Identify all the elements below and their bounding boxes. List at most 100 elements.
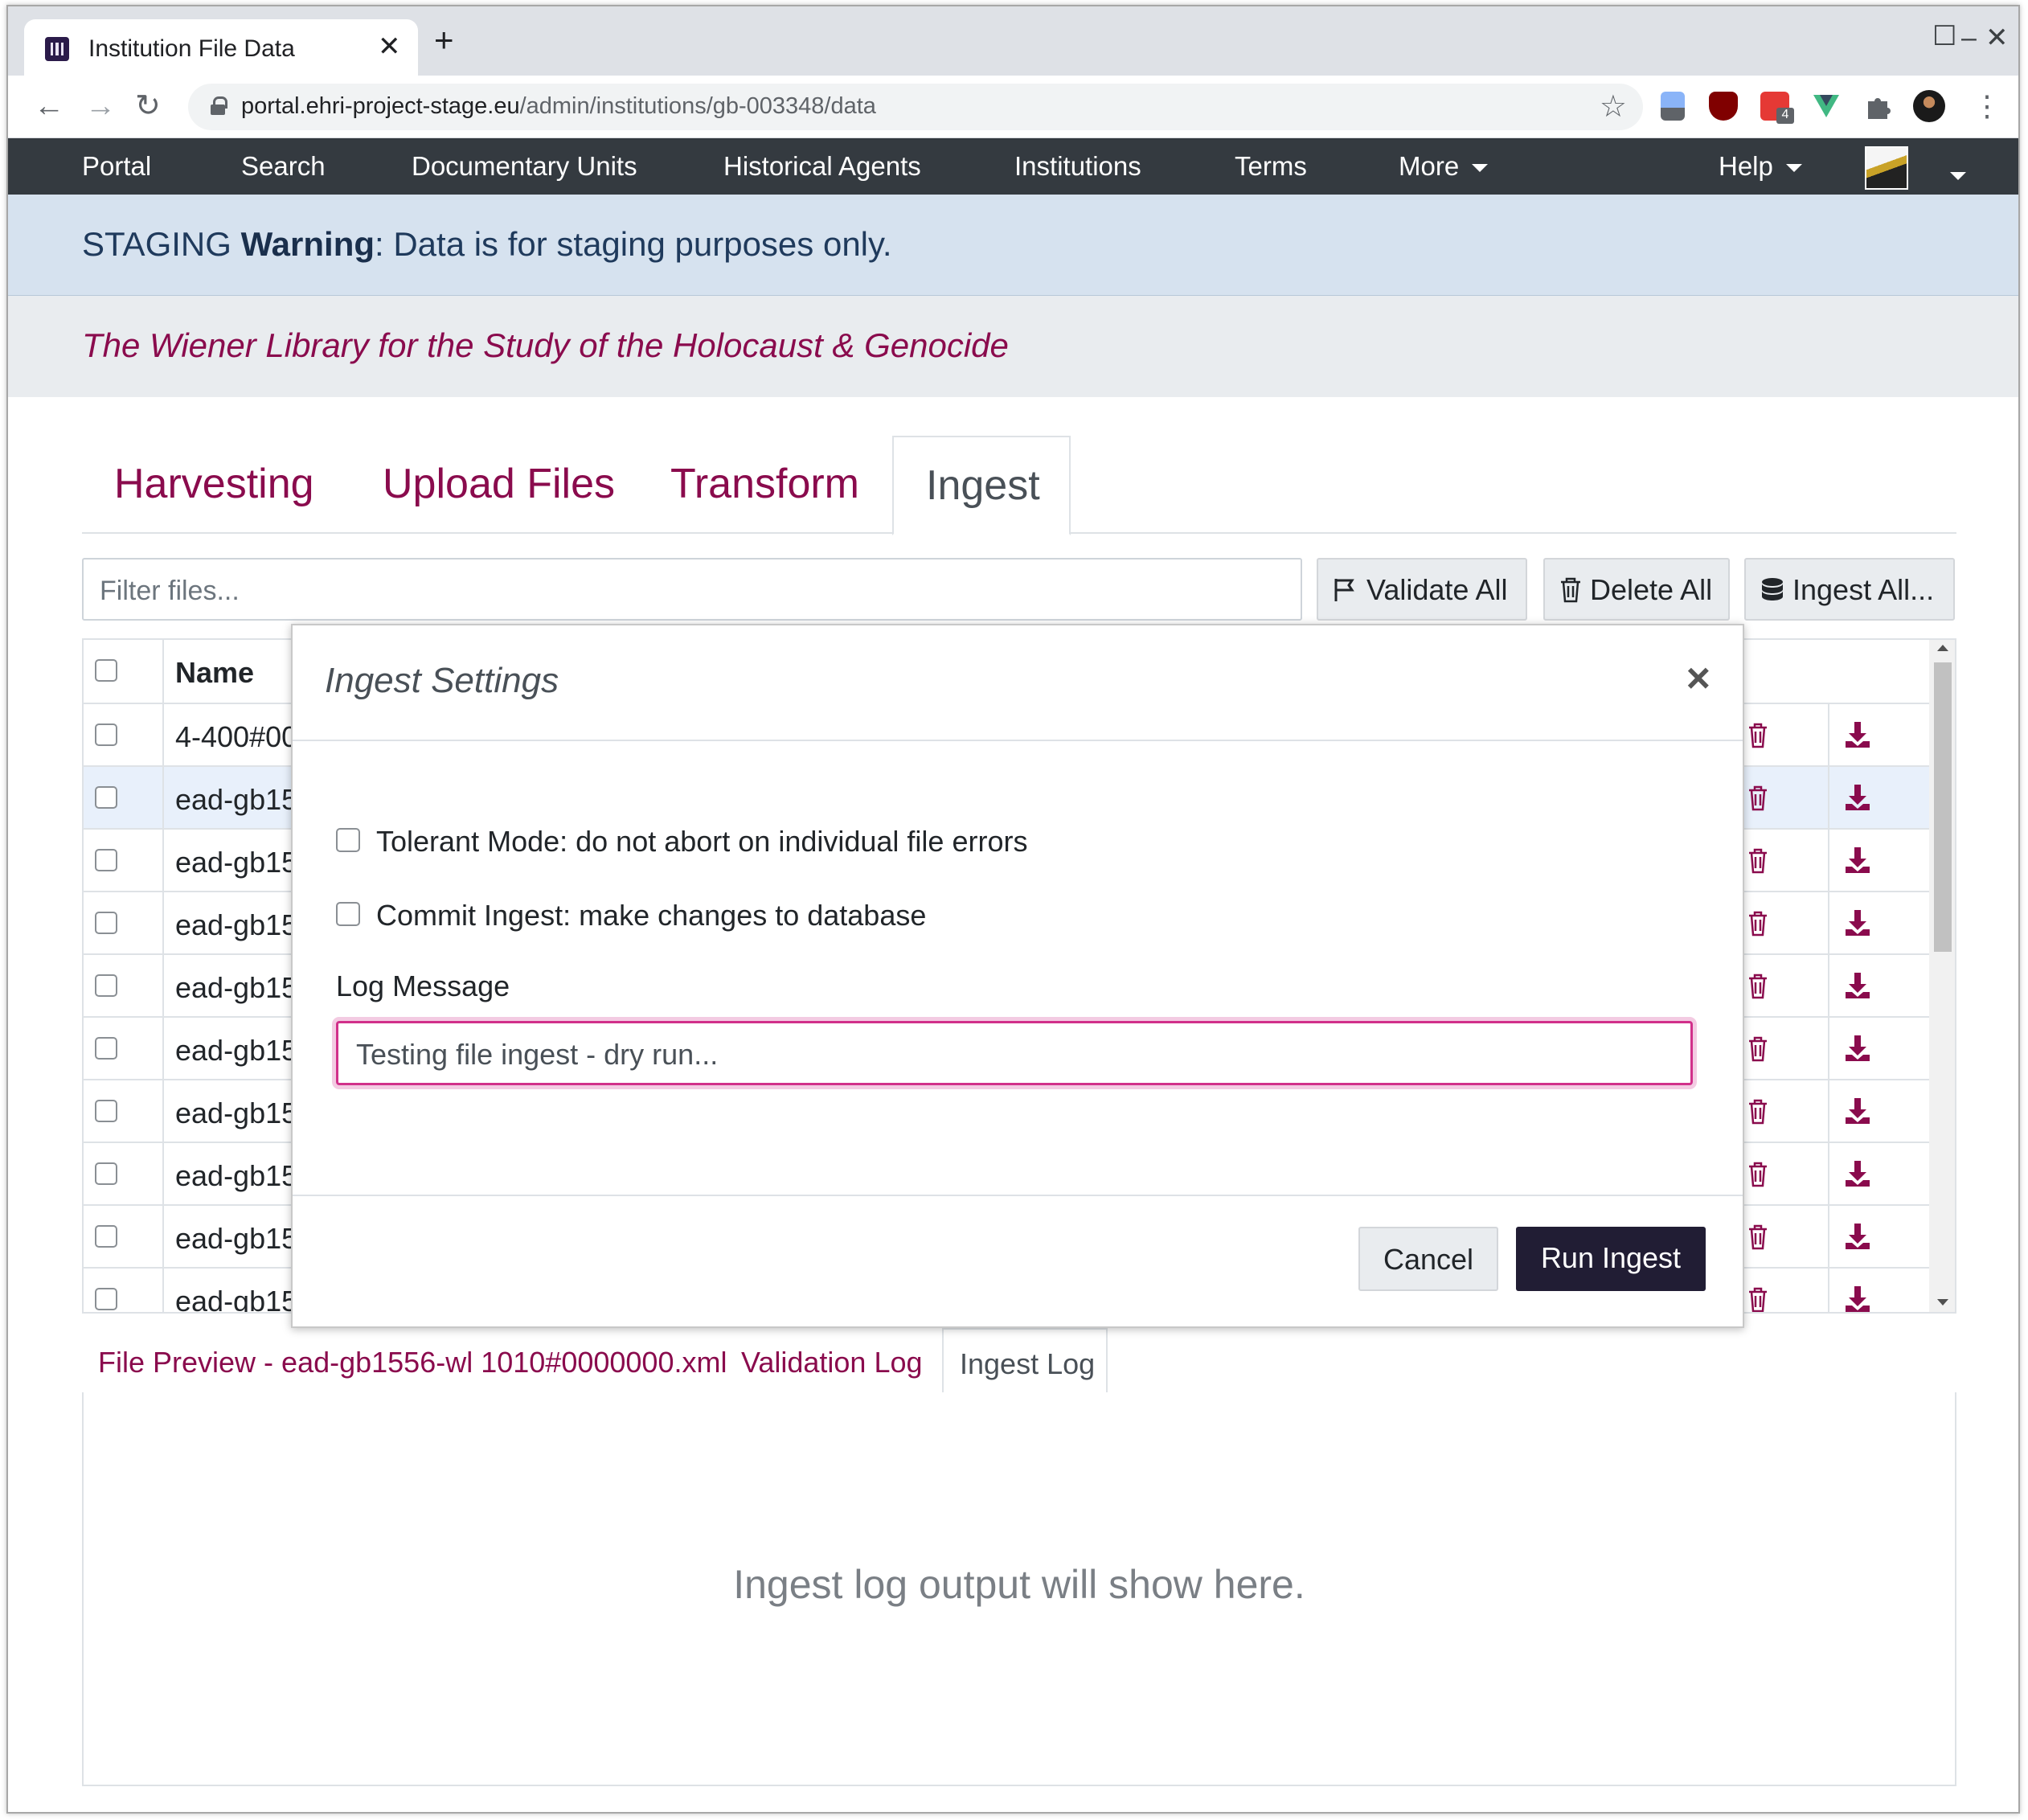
user-menu-caret[interactable] (1937, 159, 1966, 190)
profile-avatar-icon[interactable] (1913, 90, 1945, 122)
maximize-icon[interactable]: ☐ (1932, 23, 1956, 50)
delete-file-icon[interactable] (1747, 847, 1768, 875)
user-avatar[interactable] (1865, 146, 1908, 190)
browser-menu-icon[interactable]: ⋮ (1973, 92, 2001, 121)
delete-file-icon[interactable] (1747, 1224, 1768, 1251)
cancel-button[interactable]: Cancel (1358, 1227, 1498, 1291)
tolerant-mode-label[interactable]: Tolerant Mode: do not abort on individua… (376, 825, 1027, 859)
download-file-icon[interactable] (1844, 1034, 1871, 1063)
nav-search[interactable]: Search (241, 151, 326, 182)
nav-documentary-units[interactable]: Documentary Units (412, 151, 637, 182)
download-file-icon[interactable] (1844, 1285, 1871, 1314)
file-name[interactable]: ead-gb15 (175, 1222, 297, 1256)
reload-icon[interactable]: ↻ (135, 90, 161, 122)
delete-file-icon[interactable] (1747, 910, 1768, 937)
tolerant-mode-checkbox[interactable] (336, 828, 360, 852)
row-checkbox[interactable] (95, 849, 117, 871)
delete-file-icon[interactable] (1747, 1098, 1768, 1125)
download-file-icon[interactable] (1844, 720, 1871, 749)
validate-all-button[interactable]: Validate All (1317, 558, 1527, 621)
address-bar[interactable]: portal.ehri-project-stage.eu/admin/insti… (188, 84, 1643, 130)
file-name[interactable]: ead-gb15 (175, 908, 297, 942)
site-favicon-icon (45, 37, 69, 61)
scroll-down-arrow-icon[interactable] (1937, 1299, 1948, 1306)
window-close-icon[interactable]: ✕ (1985, 24, 2009, 51)
tab-close-icon[interactable]: ✕ (378, 31, 401, 63)
file-name[interactable]: ead-gb15 (175, 783, 297, 817)
vue-devtools-icon[interactable] (1812, 92, 1841, 121)
nav-help-label: Help (1719, 151, 1773, 181)
puzzle-extensions-icon[interactable] (1863, 92, 1892, 121)
row-checkbox[interactable] (95, 1037, 117, 1060)
delete-file-icon[interactable] (1747, 1286, 1768, 1314)
download-file-icon[interactable] (1844, 1222, 1871, 1251)
download-file-icon[interactable] (1844, 1159, 1871, 1188)
row-checkbox[interactable] (95, 1162, 117, 1185)
file-name[interactable]: ead-gb15 (175, 1034, 297, 1068)
row-checkbox[interactable] (95, 912, 117, 934)
forward-icon[interactable]: → (85, 90, 116, 122)
commit-ingest-checkbox[interactable] (336, 902, 360, 926)
tab-ingest-log[interactable]: Ingest Log (942, 1328, 1108, 1396)
row-checkbox[interactable] (95, 974, 117, 997)
log-message-label: Log Message (336, 969, 510, 1002)
trash-icon (1561, 577, 1580, 603)
institution-name[interactable]: The Wiener Library for the Study of the … (82, 326, 1009, 365)
download-file-icon[interactable] (1844, 908, 1871, 937)
row-checkbox[interactable] (95, 1100, 117, 1122)
tab-ingest[interactable]: Ingest (892, 436, 1071, 535)
table-scrollbar[interactable] (1929, 640, 1955, 1312)
nav-portal[interactable]: Portal (82, 151, 151, 182)
tab-upload-files[interactable]: Upload Files (383, 460, 615, 508)
file-name[interactable]: ead-gb15 (175, 1097, 297, 1130)
new-tab-icon[interactable]: + (434, 23, 454, 57)
ingest-all-button[interactable]: Ingest All... (1744, 558, 1955, 621)
nav-historical-agents[interactable]: Historical Agents (723, 151, 921, 182)
modal-close-icon[interactable]: × (1686, 658, 1710, 699)
file-name[interactable]: ead-gb15 (175, 1285, 297, 1312)
tab-file-preview[interactable]: File Preview - ead-gb1556-wl 1010#000000… (98, 1346, 727, 1379)
download-file-icon[interactable] (1844, 971, 1871, 1000)
extension-red-icon[interactable]: 4 (1760, 92, 1794, 124)
tab-transform[interactable]: Transform (670, 460, 859, 508)
file-name[interactable]: ead-gb15 (175, 846, 297, 879)
filter-files-input[interactable]: Filter files... (82, 558, 1302, 621)
browser-tab[interactable]: Institution File Data ✕ (24, 19, 418, 76)
delete-all-button[interactable]: Delete All (1543, 558, 1730, 621)
cell-divider (1828, 767, 1829, 828)
file-name[interactable]: ead-gb15 (175, 971, 297, 1005)
bookmark-star-icon[interactable]: ☆ (1600, 88, 1627, 125)
nav-institutions[interactable]: Institutions (1014, 151, 1141, 182)
download-file-icon[interactable] (1844, 783, 1871, 812)
delete-file-icon[interactable] (1747, 1161, 1768, 1188)
nav-help[interactable]: Help (1719, 151, 1802, 182)
log-message-input[interactable]: Testing file ingest - dry run... (336, 1021, 1693, 1085)
nav-terms[interactable]: Terms (1235, 151, 1307, 182)
delete-file-icon[interactable] (1747, 785, 1768, 812)
minimize-icon[interactable]: – (1961, 24, 1977, 51)
nav-more[interactable]: More (1399, 151, 1489, 182)
cell-divider (1828, 1269, 1829, 1312)
row-checkbox[interactable] (95, 723, 117, 746)
download-extension-icon[interactable] (1661, 92, 1685, 121)
run-ingest-button[interactable]: Run Ingest (1516, 1227, 1706, 1291)
scroll-up-arrow-icon[interactable] (1937, 645, 1948, 651)
delete-file-icon[interactable] (1747, 973, 1768, 1000)
file-name[interactable]: 4-400#00 (175, 720, 297, 754)
file-name[interactable]: ead-gb15 (175, 1159, 297, 1193)
delete-file-icon[interactable] (1747, 1035, 1768, 1063)
commit-ingest-label[interactable]: Commit Ingest: make changes to database (376, 899, 926, 933)
download-file-icon[interactable] (1844, 846, 1871, 875)
column-header-name[interactable]: Name (175, 656, 254, 690)
delete-file-icon[interactable] (1747, 722, 1768, 749)
row-checkbox[interactable] (95, 786, 117, 809)
back-icon[interactable]: ← (34, 90, 64, 122)
row-checkbox[interactable] (95, 1288, 117, 1310)
tab-harvesting[interactable]: Harvesting (114, 460, 314, 508)
ublock-icon[interactable] (1709, 92, 1738, 121)
row-checkbox[interactable] (95, 1225, 117, 1248)
tab-validation-log[interactable]: Validation Log (741, 1346, 923, 1379)
scrollbar-thumb[interactable] (1934, 662, 1952, 952)
download-file-icon[interactable] (1844, 1097, 1871, 1125)
select-all-checkbox[interactable] (95, 659, 117, 682)
